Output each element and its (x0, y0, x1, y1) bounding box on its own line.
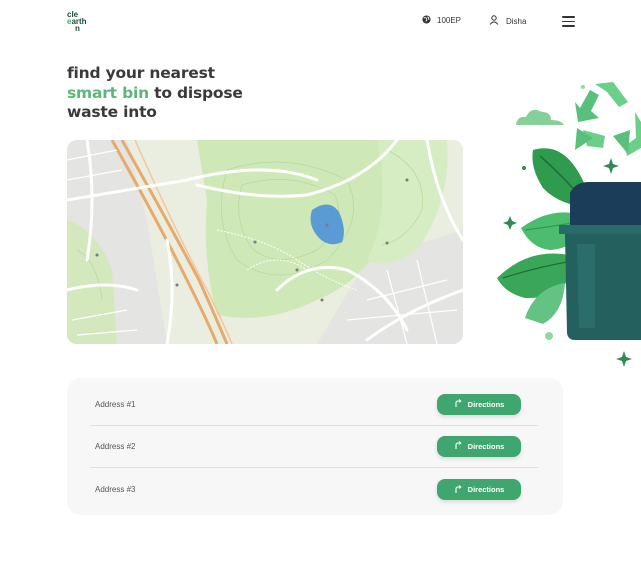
title-line-3: waste into (67, 103, 157, 121)
address-label: Address #2 (95, 441, 136, 451)
logo-text-line-3: n (75, 24, 80, 33)
cloud-icon (516, 109, 564, 125)
directions-button[interactable]: Directions (437, 393, 521, 415)
list-item: Address #2 Directions (90, 425, 538, 468)
title-line-1: find your nearest (67, 64, 215, 82)
directions-label: Directions (467, 441, 505, 451)
list-item: Address #3 Directions (90, 468, 538, 511)
user-name: Disha (506, 16, 527, 26)
user-profile[interactable]: Disha (489, 15, 526, 27)
turn-arrow-icon (454, 484, 462, 495)
turn-arrow-icon (454, 441, 462, 451)
directions-button[interactable]: Directions (437, 479, 521, 500)
directions-button[interactable]: Directions (437, 435, 521, 457)
earth-points[interactable]: 100EP (422, 15, 461, 26)
title-line-2: to dispose (148, 83, 243, 102)
points-value: 100EP (437, 16, 462, 25)
trash-bin-icon (559, 182, 641, 340)
directions-label: Directions (467, 399, 505, 409)
page-title: find your nearest smart bin to dispose w… (67, 64, 327, 123)
list-item: Address #1 Directions (90, 383, 538, 426)
address-label: Address #1 (95, 399, 136, 409)
clearth-logo[interactable]: cle earth n (67, 11, 99, 33)
address-list-card: Address #1 Directions Address #2 Directi… (67, 378, 563, 515)
address-label: Address #3 (95, 485, 136, 494)
directions-label: Directions (467, 485, 505, 494)
turn-arrow-icon (454, 399, 462, 409)
map-view[interactable] (67, 140, 463, 344)
globe-icon (422, 15, 431, 26)
user-icon (489, 15, 499, 27)
hamburger-menu-icon[interactable] (562, 16, 576, 28)
recycle-icon (575, 82, 641, 156)
title-highlight: smart bin (67, 83, 149, 102)
recycling-bin-illustration (495, 78, 641, 373)
